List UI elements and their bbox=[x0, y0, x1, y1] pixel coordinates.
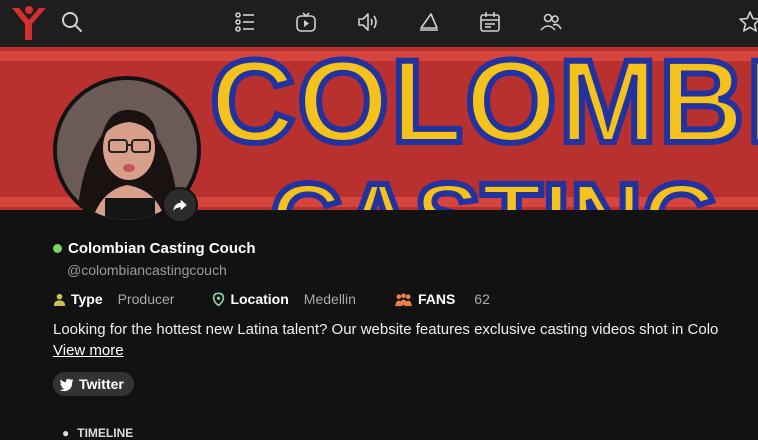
location-label: Location bbox=[230, 291, 289, 307]
share-icon bbox=[173, 199, 187, 211]
twitter-label: Twitter bbox=[79, 376, 124, 392]
fans-info: FANS 62 bbox=[394, 291, 490, 307]
twitter-link-button[interactable]: Twitter bbox=[53, 372, 134, 396]
logo-icon[interactable] bbox=[8, 2, 50, 44]
user-icon bbox=[53, 293, 66, 306]
people-icon[interactable] bbox=[535, 8, 567, 36]
list-icon[interactable] bbox=[229, 8, 261, 36]
fans-label: FANS bbox=[417, 291, 456, 307]
calendar-icon[interactable] bbox=[474, 8, 506, 36]
search-icon[interactable] bbox=[56, 8, 88, 36]
video-icon[interactable] bbox=[290, 8, 322, 36]
profile-bio: Looking for the hottest new Latina talen… bbox=[53, 321, 719, 338]
profile-meta: Type Producer Location Medellin FANS 62 bbox=[53, 291, 490, 307]
top-navigation-bar bbox=[0, 0, 758, 47]
type-label: Type bbox=[71, 291, 103, 307]
star-icon[interactable] bbox=[734, 8, 758, 36]
fans-count: 62 bbox=[474, 291, 490, 307]
profile-name: Colombian Casting Couch bbox=[68, 240, 256, 257]
location-pin-icon bbox=[213, 292, 225, 307]
fans-icon bbox=[395, 292, 412, 306]
online-status-icon bbox=[53, 244, 62, 253]
profile-name-row: Colombian Casting Couch bbox=[53, 240, 256, 257]
megaphone-icon[interactable] bbox=[413, 8, 445, 36]
banner-title-line1: COLOMBIA bbox=[207, 47, 758, 168]
location-info: Location Medellin bbox=[212, 291, 356, 307]
type-value: Producer bbox=[117, 291, 175, 307]
view-more-link[interactable]: View more bbox=[53, 342, 124, 359]
timeline-icon: ● bbox=[62, 426, 70, 440]
banner-title-line2: CASTING bbox=[267, 166, 723, 210]
timeline-label: TIMELINE bbox=[77, 426, 134, 440]
location-value: Medellin bbox=[303, 291, 356, 307]
sound-icon[interactable] bbox=[352, 8, 384, 36]
share-button[interactable] bbox=[162, 187, 198, 223]
twitter-icon bbox=[59, 378, 74, 391]
type-info: Type Producer bbox=[53, 291, 174, 307]
timeline-tab[interactable]: ● TIMELINE bbox=[62, 426, 133, 440]
profile-handle: @colombiancastingcouch bbox=[67, 262, 227, 278]
